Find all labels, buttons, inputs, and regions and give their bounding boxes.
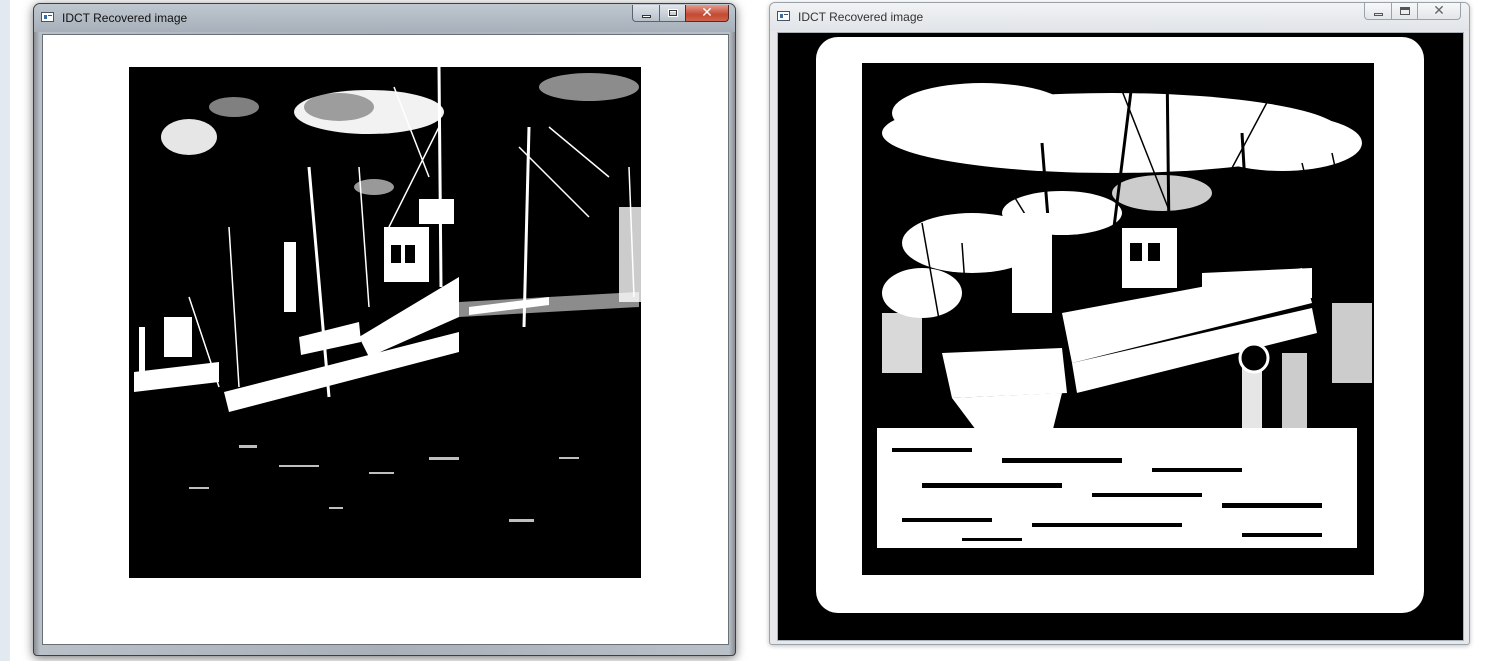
recovered-image-bright [862,63,1374,575]
titlebar[interactable]: IDCT Recovered image ✕ [34,4,735,32]
minimize-icon [1374,13,1383,16]
maximize-button[interactable] [659,5,685,22]
minimize-button[interactable] [632,5,659,22]
maximize-icon [668,9,678,17]
window-title: IDCT Recovered image [62,11,188,25]
close-icon: ✕ [1433,3,1445,19]
window-controls: ✕ [1364,3,1461,21]
maximize-icon [1400,7,1410,15]
recovered-image-dark [129,67,641,578]
window-controls: ✕ [632,5,729,23]
recovered-image-framed [778,33,1463,640]
image-canvas [42,34,729,645]
desktop-background [0,0,10,661]
app-window-icon[interactable] [41,12,54,22]
close-icon: ✕ [701,5,713,21]
close-button[interactable]: ✕ [1417,3,1461,20]
maximize-button[interactable] [1391,3,1417,20]
close-button[interactable]: ✕ [685,5,729,22]
idct-window-left[interactable]: IDCT Recovered image ✕ [33,3,736,656]
minimize-icon [642,15,651,18]
app-window-icon[interactable] [777,11,790,21]
minimize-button[interactable] [1364,3,1391,20]
window-title: IDCT Recovered image [798,10,924,24]
titlebar[interactable]: IDCT Recovered image ✕ [770,3,1469,31]
idct-window-right[interactable]: IDCT Recovered image ✕ [769,2,1470,645]
image-canvas [777,32,1464,641]
